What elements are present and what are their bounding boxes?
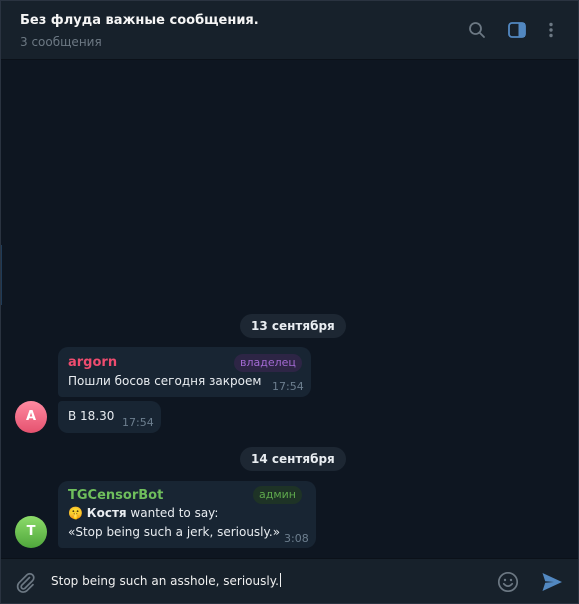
- owner-badge: владелец: [234, 354, 302, 372]
- message-bubble[interactable]: В 18.30 17:54: [58, 401, 161, 433]
- mentioned-user: Костя: [86, 506, 127, 520]
- avatar[interactable]: T: [15, 516, 47, 548]
- message-text: Пошли босов сегодня закроем: [68, 374, 262, 388]
- avatar[interactable]: A: [15, 401, 47, 433]
- chat-header[interactable]: Без флуда важные сообщения. 3 сообщения: [0, 0, 579, 60]
- attach-icon[interactable]: [13, 570, 37, 594]
- search-icon[interactable]: [467, 20, 487, 40]
- more-vertical-icon[interactable]: [541, 20, 561, 40]
- send-icon[interactable]: [540, 570, 564, 594]
- date-separator: 13 сентября: [240, 314, 346, 338]
- message-text: В 18.30: [68, 409, 115, 423]
- date-separator: 14 сентября: [240, 447, 346, 471]
- message-author[interactable]: argorn: [68, 355, 117, 370]
- chat-subtitle: 3 сообщения: [20, 35, 102, 49]
- emoji-icon[interactable]: [496, 570, 520, 594]
- text-caret: [279, 573, 281, 587]
- composer[interactable]: Stop being such an asshole, seriously.: [0, 558, 579, 604]
- message-text: wanted to say:: [126, 506, 219, 520]
- message-input[interactable]: Stop being such an asshole, seriously.: [51, 573, 451, 591]
- scroll-accent: [0, 245, 2, 305]
- message-line: 🤫 Костя wanted to say:: [68, 506, 218, 520]
- chat-title[interactable]: Без флуда важные сообщения.: [20, 13, 259, 28]
- message-bubble[interactable]: argorn владелец Пошли босов сегодня закр…: [58, 347, 311, 397]
- shushing-emoji-icon: 🤫: [68, 506, 83, 520]
- sidebar-toggle-icon[interactable]: [507, 20, 527, 40]
- admin-badge: админ: [253, 486, 302, 504]
- message-time: 3:08: [284, 532, 309, 545]
- message-list[interactable]: 13 сентября argorn владелец Пошли босов …: [0, 60, 579, 558]
- message-bubble[interactable]: TGCensorBot админ 🤫 Костя wanted to say:…: [58, 481, 316, 548]
- message-time: 17:54: [122, 416, 154, 429]
- message-text: «Stop being such a jerk, seriously.»: [68, 525, 281, 539]
- message-author[interactable]: TGCensorBot: [68, 488, 163, 503]
- message-time: 17:54: [272, 380, 304, 393]
